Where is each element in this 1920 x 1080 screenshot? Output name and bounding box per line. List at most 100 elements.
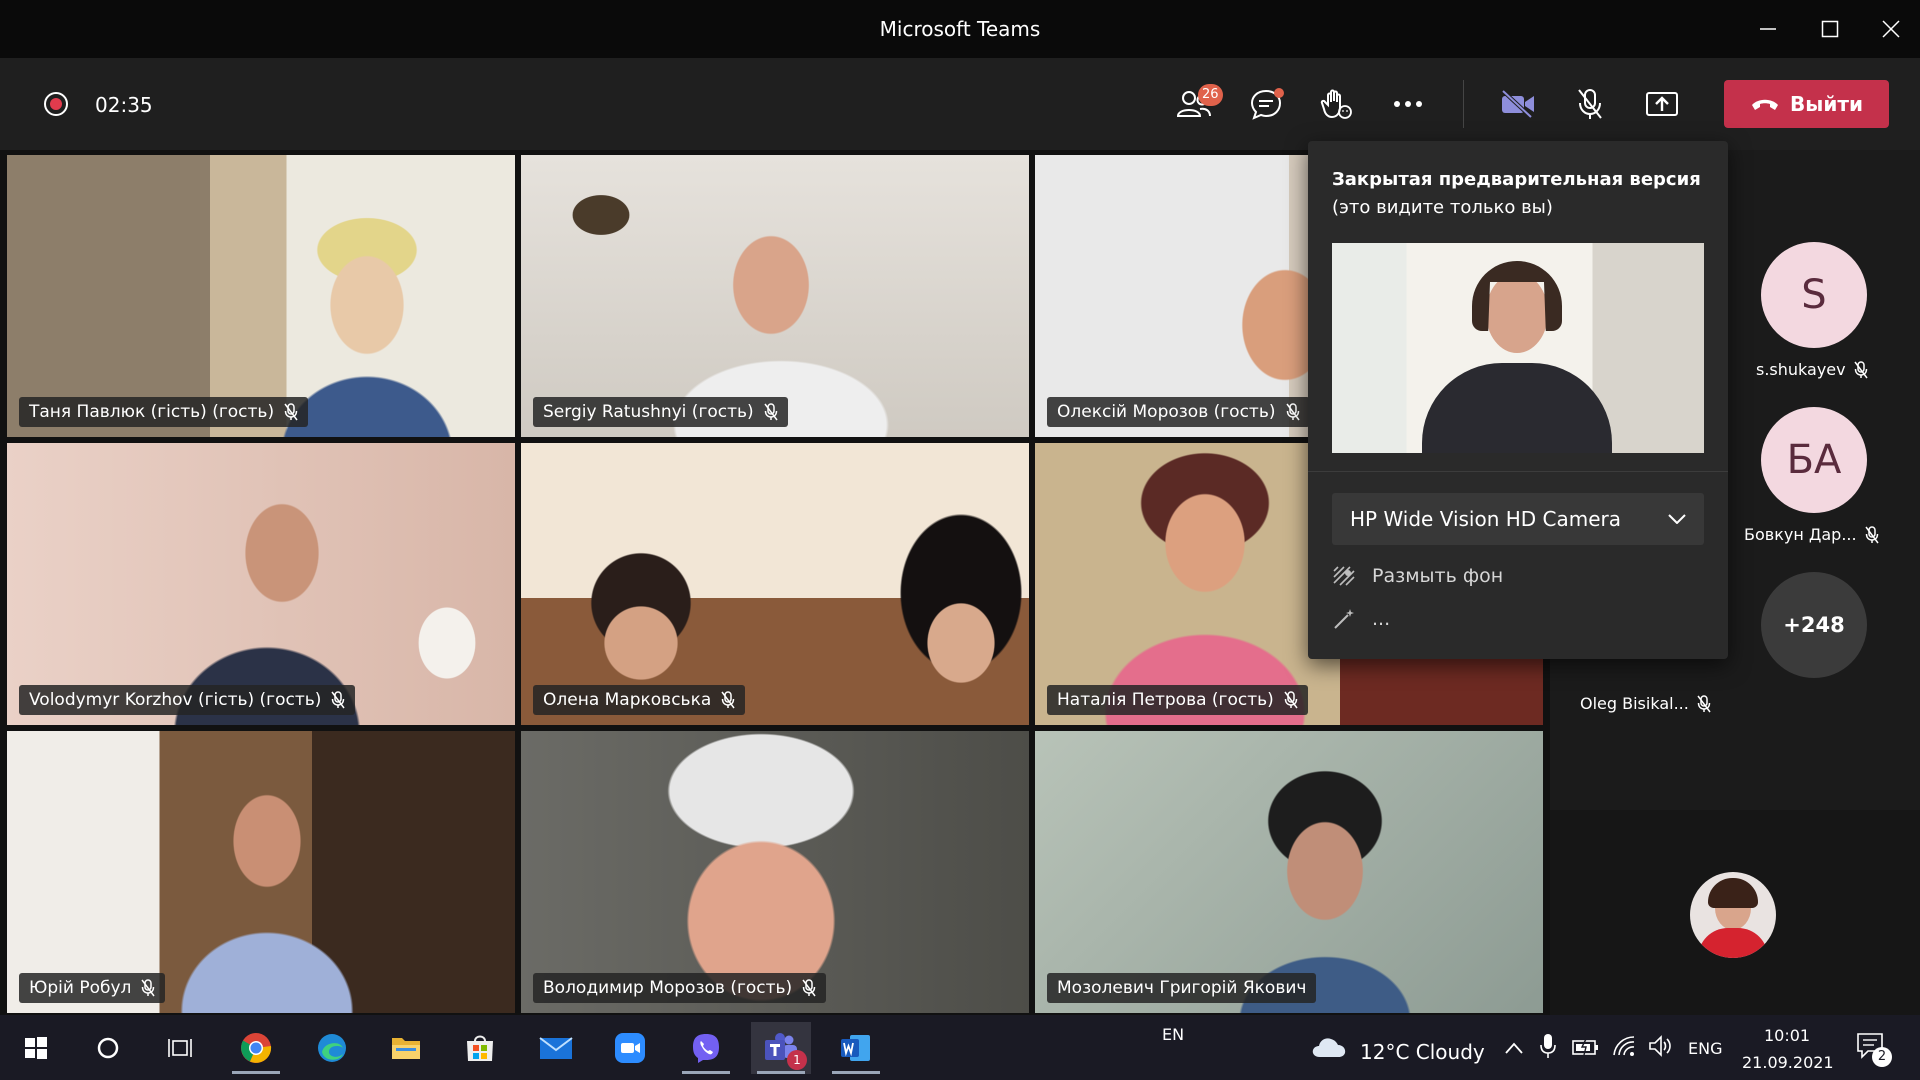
task-view-button[interactable] <box>150 1022 210 1074</box>
muted-mic-icon <box>331 691 346 709</box>
weather-widget[interactable] <box>1310 1033 1348 1065</box>
minimize-button[interactable] <box>1745 10 1791 48</box>
keyboard-language[interactable]: ENG <box>1688 1039 1722 1058</box>
edge-taskbar-button[interactable] <box>302 1022 362 1074</box>
video-feed <box>1035 731 1543 1013</box>
chrome-icon <box>241 1033 272 1063</box>
action-center-button[interactable]: 2 <box>1856 1031 1892 1067</box>
camera-select-value: HP Wide Vision HD Camera <box>1350 507 1622 531</box>
chevron-up-icon <box>1505 1042 1523 1054</box>
roster-name: s.shukayev <box>1756 360 1868 379</box>
video-tile[interactable]: Volodymyr Korzhov (гість) (гость) <box>7 443 515 725</box>
video-tile[interactable]: Sergiy Ratushnyi (гость) <box>521 155 1029 437</box>
camera-select[interactable]: HP Wide Vision HD Camera <box>1332 493 1704 545</box>
show-hidden-icons-button[interactable] <box>1505 1039 1523 1058</box>
muted-mic-icon <box>284 403 298 421</box>
more-icon <box>1394 101 1422 107</box>
mic-off-icon <box>1578 89 1602 119</box>
clock-date[interactable]: 21.09.2021 <box>1742 1053 1834 1072</box>
magic-wand-icon <box>1334 609 1354 629</box>
video-tile[interactable]: Таня Павлюк (гість) (гость) <box>7 155 515 437</box>
leave-button[interactable]: Выйти <box>1724 80 1889 128</box>
participant-name-tag: Мозолевич Григорій Якович <box>1047 973 1317 1003</box>
teams-taskbar-button[interactable]: 1 <box>751 1022 811 1074</box>
window-title: Microsoft Teams <box>879 17 1041 41</box>
camera-toggle-button[interactable] <box>1492 80 1544 128</box>
cortana-icon <box>97 1037 119 1059</box>
clock-time[interactable]: 10:01 <box>1764 1026 1810 1045</box>
close-window-button[interactable] <box>1868 10 1914 48</box>
roster-name: Oleg Bisikal... <box>1580 694 1711 713</box>
volume-tray-icon[interactable] <box>1648 1035 1674 1061</box>
reactions-button[interactable] <box>1310 80 1362 128</box>
wifi-tray-icon[interactable] <box>1612 1035 1636 1061</box>
participant-name-tag: Володимир Морозов (гость) <box>533 973 827 1003</box>
windows-logo-icon <box>25 1037 47 1059</box>
muted-mic-icon <box>1854 360 1868 378</box>
folder-icon <box>392 1038 420 1059</box>
blur-background-option[interactable]: Размыть фон <box>1332 565 1503 587</box>
start-button[interactable] <box>6 1022 66 1074</box>
maximize-button[interactable] <box>1807 10 1853 48</box>
participant-name-tag: Таня Павлюк (гість) (гость) <box>19 397 309 427</box>
active-speaker-tile[interactable]: Мозолевич Григорій Якович <box>1035 731 1543 1013</box>
self-view-area <box>1550 810 1920 1015</box>
video-feed <box>7 443 515 725</box>
wifi-icon <box>1613 1036 1635 1056</box>
leave-label: Выйти <box>1790 92 1863 116</box>
video-feed <box>7 731 515 1013</box>
mail-taskbar-button[interactable] <box>526 1022 586 1074</box>
chrome-taskbar-button[interactable] <box>226 1022 286 1074</box>
more-actions-button[interactable] <box>1382 80 1434 128</box>
blur-icon <box>1333 566 1355 586</box>
zoom-taskbar-button[interactable] <box>600 1022 660 1074</box>
zoom-icon <box>615 1033 645 1063</box>
video-tile[interactable]: Юрій Робул <box>7 731 515 1013</box>
self-avatar[interactable] <box>1690 872 1776 958</box>
raise-hand-icon <box>1320 89 1352 119</box>
popup-title: Закрытая предварительная версия <box>1332 169 1701 190</box>
share-icon <box>1646 92 1678 116</box>
store-taskbar-button[interactable] <box>450 1022 510 1074</box>
edge-icon <box>318 1034 346 1062</box>
video-tile[interactable]: Олена Марковська <box>521 443 1029 725</box>
avatar[interactable]: БА <box>1761 407 1867 513</box>
recording-icon <box>44 92 68 116</box>
chat-unread-dot <box>1274 88 1284 98</box>
popup-subtitle: (это видите только вы) <box>1332 197 1553 218</box>
video-feed <box>7 155 515 437</box>
video-feed <box>521 731 1029 1013</box>
participants-button[interactable]: 26 <box>1168 80 1223 128</box>
task-view-icon <box>168 1039 192 1057</box>
camera-preview <box>1332 243 1704 453</box>
search-button[interactable] <box>78 1022 138 1074</box>
participant-name-tag: Наталія Петрова (гость) <box>1047 685 1308 715</box>
roster-name: Бовкун Дар... <box>1744 525 1879 544</box>
muted-mic-icon <box>1864 525 1879 543</box>
file-explorer-taskbar-button[interactable] <box>376 1022 436 1074</box>
muted-mic-icon <box>141 979 155 997</box>
teams-notification-badge: 1 <box>787 1050 807 1070</box>
weather-text[interactable]: 12°C Cloudy <box>1360 1040 1485 1064</box>
muted-mic-icon <box>721 691 735 709</box>
background-effects-option[interactable]: ... <box>1332 607 1390 631</box>
store-icon <box>467 1035 493 1061</box>
share-screen-button[interactable] <box>1636 80 1688 128</box>
battery-tray-icon[interactable] <box>1572 1037 1600 1061</box>
windows-taskbar: 1 EN 12°C Cloudy ENG 10:01 21.09.2021 2 <box>0 1015 1920 1080</box>
word-taskbar-button[interactable] <box>826 1022 886 1074</box>
meeting-timer: 02:35 <box>95 93 153 117</box>
viber-taskbar-button[interactable] <box>676 1022 736 1074</box>
avatar[interactable]: S <box>1761 242 1867 348</box>
video-feed <box>521 155 1029 437</box>
muted-mic-icon <box>764 403 778 421</box>
participant-name-tag: Олексій Морозов (гость) <box>1047 397 1310 427</box>
muted-mic-icon <box>1285 403 1300 421</box>
video-tile[interactable]: Володимир Морозов (гость) <box>521 731 1029 1013</box>
muted-mic-icon <box>802 979 816 997</box>
chat-button[interactable] <box>1240 80 1292 128</box>
mic-toggle-button[interactable] <box>1564 80 1616 128</box>
muted-mic-icon <box>1284 691 1298 709</box>
microphone-tray-icon[interactable] <box>1540 1033 1556 1063</box>
more-participants-button[interactable]: +248 <box>1761 572 1867 678</box>
